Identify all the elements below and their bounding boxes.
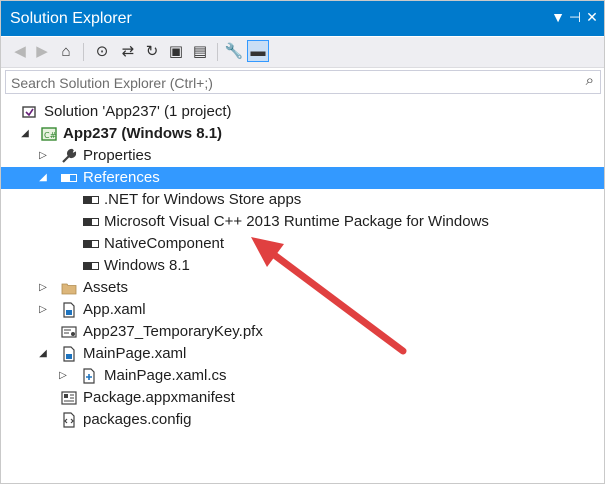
collapse-all-icon[interactable]: ▣: [165, 40, 187, 62]
wrench-icon: [61, 148, 77, 164]
tree-item-label: .NET for Windows Store apps: [104, 191, 302, 208]
preview-selected-items-icon[interactable]: ▬: [247, 40, 269, 62]
expand-arrow-icon[interactable]: ▷: [37, 281, 49, 295]
tree-item-label: App237 (Windows 8.1): [63, 125, 223, 142]
tree-item-label: App.xaml: [83, 301, 146, 318]
tree-item-label: Properties: [83, 147, 152, 164]
tree-item-reference[interactable]: Microsoft Visual C++ 2013 Runtime Packag…: [1, 211, 604, 233]
tree-item-references[interactable]: ◢ References: [1, 167, 604, 189]
reference-icon: [83, 218, 99, 226]
tree-item-reference[interactable]: .NET for Windows Store apps: [1, 189, 604, 211]
solution-explorer-window: Solution Explorer ▼ ⊣ ✕ ◀ ▶ ⌂ ⊙ ⇄ ↻ ▣ ▤ …: [0, 0, 605, 484]
properties-icon[interactable]: 🔧: [223, 40, 245, 62]
tree-item-mainpage-xaml[interactable]: ◢ MainPage.xaml: [1, 343, 604, 365]
collapse-arrow-icon[interactable]: ◢: [19, 127, 31, 141]
tree-item-label: packages.config: [83, 411, 192, 428]
manifest-icon: [61, 390, 77, 406]
tree-item-label: Windows 8.1: [104, 257, 190, 274]
tree-item-label: Solution 'App237' (1 project): [44, 103, 232, 120]
tree-item-packages-config[interactable]: packages.config: [1, 409, 604, 431]
reference-icon: [83, 240, 99, 248]
tree-item-project[interactable]: ◢ C# App237 (Windows 8.1): [1, 123, 604, 145]
svg-text:C#: C#: [44, 131, 57, 140]
search-input[interactable]: Search Solution Explorer (Ctrl+;) ⌕: [5, 70, 601, 94]
title-bar: Solution Explorer ▼ ⊣ ✕: [1, 1, 604, 36]
reference-icon: [83, 196, 99, 204]
expand-arrow-icon[interactable]: ▷: [37, 303, 49, 317]
tree-item-label: MainPage.xaml.cs: [104, 367, 227, 384]
certificate-icon: [61, 324, 77, 340]
tree-item-label: References: [83, 169, 160, 186]
xaml-file-icon: [61, 302, 77, 318]
expand-arrow-icon[interactable]: ▷: [37, 149, 49, 163]
search-placeholder: Search Solution Explorer (Ctrl+;): [11, 75, 213, 91]
collapse-arrow-icon[interactable]: ◢: [37, 347, 49, 361]
expand-arrow-icon[interactable]: ▷: [57, 369, 69, 383]
tree-item-label: App237_TemporaryKey.pfx: [83, 323, 263, 340]
folder-icon: [61, 280, 77, 296]
collapse-arrow-icon[interactable]: ◢: [37, 171, 49, 185]
tree-item-assets[interactable]: ▷ Assets: [1, 277, 604, 299]
refresh-icon[interactable]: ↻: [141, 40, 163, 62]
close-icon[interactable]: ✕: [584, 9, 600, 26]
tree-item-label: Microsoft Visual C++ 2013 Runtime Packag…: [104, 213, 489, 230]
reference-icon: [83, 262, 99, 270]
toolbar-separator: [83, 43, 84, 61]
tree-item-label: Package.appxmanifest: [83, 389, 235, 406]
tree-item-label: MainPage.xaml: [83, 345, 187, 362]
pending-changes-filter-icon[interactable]: ⊙: [91, 40, 113, 62]
tree-item-mainpage-cs[interactable]: ▷ MainPage.xaml.cs: [1, 365, 604, 387]
home-icon[interactable]: ⌂: [55, 40, 77, 62]
csharp-file-icon: [81, 368, 97, 384]
tree-item-temporary-key[interactable]: App237_TemporaryKey.pfx: [1, 321, 604, 343]
solution-icon: [21, 104, 37, 120]
tree-item-reference[interactable]: Windows 8.1: [1, 255, 604, 277]
tree-item-manifest[interactable]: Package.appxmanifest: [1, 387, 604, 409]
tree-item-label: NativeComponent: [104, 235, 225, 252]
window-menu-icon[interactable]: ▼: [550, 9, 566, 25]
config-file-icon: [61, 412, 77, 428]
search-icon[interactable]: ⌕: [586, 72, 594, 89]
tree-item-app-xaml[interactable]: ▷ App.xaml: [1, 299, 604, 321]
window-title: Solution Explorer: [10, 10, 132, 27]
toolbar-separator: [217, 43, 218, 61]
tree-item-properties[interactable]: ▷ Properties: [1, 145, 604, 167]
tree-item-label: Assets: [83, 279, 129, 296]
csharp-project-icon: C#: [41, 126, 57, 142]
references-icon: [61, 174, 77, 182]
back-icon[interactable]: ◀: [9, 40, 31, 62]
tree-item-reference[interactable]: NativeComponent: [1, 233, 604, 255]
tree-item-solution[interactable]: Solution 'App237' (1 project): [1, 101, 604, 123]
forward-icon[interactable]: ▶: [31, 40, 53, 62]
xaml-file-icon: [61, 346, 77, 362]
auto-hide-pin-icon[interactable]: ⊣: [567, 9, 583, 26]
show-all-files-icon[interactable]: ▤: [189, 40, 211, 62]
sync-with-active-document-icon[interactable]: ⇄: [117, 40, 139, 62]
toolbar: ◀ ▶ ⌂ ⊙ ⇄ ↻ ▣ ▤ 🔧 ▬: [1, 37, 604, 68]
